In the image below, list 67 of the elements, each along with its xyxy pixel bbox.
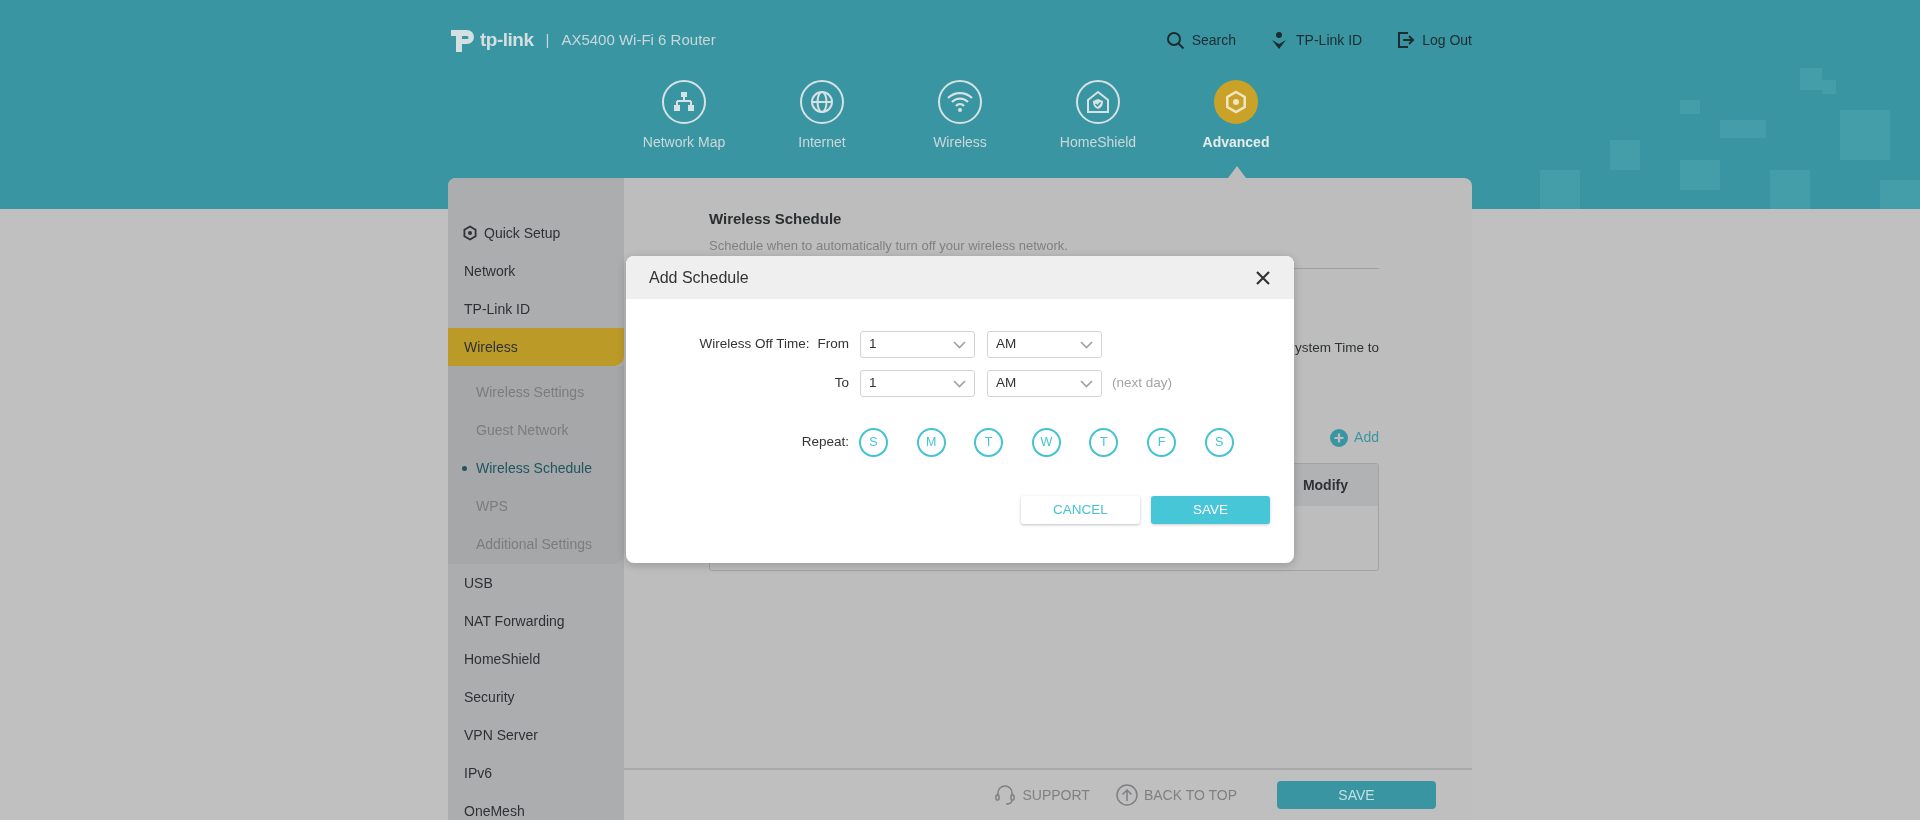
logout-icon bbox=[1396, 30, 1416, 50]
chevron-down-icon bbox=[953, 340, 966, 349]
hour-select[interactable]: 1 bbox=[860, 331, 975, 358]
chevron-down-icon bbox=[953, 379, 966, 388]
day-toggle[interactable]: F bbox=[1146, 428, 1176, 457]
sidebar-item[interactable]: Security bbox=[448, 678, 624, 716]
sidebar-item[interactable]: USB bbox=[448, 564, 624, 602]
section-description: Schedule when to automatically turn off your wireless network. bbox=[709, 237, 1069, 254]
chevron-down-icon bbox=[1080, 340, 1093, 349]
product-name: AX5400 Wi-Fi 6 Router bbox=[561, 29, 716, 50]
save-button[interactable]: SAVE bbox=[1151, 496, 1270, 524]
back-to-top-link[interactable]: BACK TO TOP bbox=[1115, 784, 1237, 806]
column-header: Modify bbox=[1302, 475, 1348, 495]
sidebar-item[interactable]: Quick Setup bbox=[448, 214, 624, 252]
field-label: To bbox=[834, 374, 849, 393]
logo-text: tp-link bbox=[480, 27, 534, 52]
day-toggle[interactable]: M bbox=[916, 428, 946, 457]
nav-tab[interactable]: Network Map bbox=[615, 80, 753, 158]
search-icon bbox=[1165, 30, 1185, 50]
day-toggle[interactable]: T bbox=[1089, 428, 1119, 457]
sidebar-item[interactable]: Wireless bbox=[448, 328, 624, 366]
nav-tab[interactable]: Wireless bbox=[891, 80, 1029, 158]
close-button[interactable] bbox=[1256, 270, 1270, 285]
nav-tab[interactable]: HomeShield bbox=[1029, 80, 1167, 158]
wifi-icon bbox=[938, 80, 982, 124]
gear-icon bbox=[462, 225, 478, 241]
chevron-down-icon bbox=[1080, 379, 1093, 388]
day-toggle[interactable]: T bbox=[974, 428, 1004, 457]
day-toggle[interactable]: S bbox=[859, 428, 888, 457]
headset-icon bbox=[994, 784, 1017, 806]
nav-tab[interactable]: Internet bbox=[753, 80, 891, 158]
sidebar-item[interactable]: TP-Link ID bbox=[448, 290, 624, 328]
cancel-button[interactable]: CANCEL bbox=[1021, 496, 1140, 524]
dialog-title: Add Schedule bbox=[649, 267, 749, 288]
sidebar-item[interactable]: Network bbox=[448, 252, 624, 290]
header-link[interactable]: Log Out bbox=[1396, 29, 1472, 51]
divider-text: | bbox=[545, 29, 550, 50]
add-button[interactable]: Add bbox=[1330, 427, 1379, 449]
section-title: Wireless Schedule bbox=[709, 209, 843, 229]
plus-icon bbox=[1330, 428, 1349, 447]
day-toggle[interactable]: S bbox=[1204, 428, 1234, 457]
sidebar-item[interactable]: IPv6 bbox=[448, 754, 624, 792]
bullet-icon bbox=[462, 466, 467, 471]
hour-select[interactable]: 1 bbox=[860, 370, 975, 397]
info-text: ystem Time to bbox=[1294, 340, 1379, 356]
field-label: Wireless Off Time: bbox=[699, 335, 810, 354]
nav-tab[interactable]: Advanced bbox=[1167, 80, 1305, 158]
globe-icon bbox=[800, 80, 844, 124]
gear-icon bbox=[1214, 80, 1258, 124]
period-select[interactable]: AM bbox=[987, 370, 1102, 397]
day-toggle[interactable]: W bbox=[1031, 428, 1061, 457]
header-link[interactable]: Search bbox=[1165, 29, 1237, 51]
sidebar-item[interactable]: NAT Forwarding bbox=[448, 602, 624, 640]
field-label: From bbox=[817, 335, 849, 354]
sidebar-item[interactable]: HomeShield bbox=[448, 640, 624, 678]
network-map-icon bbox=[662, 80, 706, 124]
house-shield-icon bbox=[1076, 80, 1120, 124]
period-select[interactable]: AM bbox=[987, 331, 1102, 358]
sidebar-item[interactable]: VPN Server bbox=[448, 716, 624, 754]
submenu-item[interactable]: Wireless Schedule bbox=[448, 449, 624, 487]
header-link[interactable]: TP-Link ID bbox=[1270, 29, 1363, 51]
field-label: Repeat: bbox=[801, 433, 849, 452]
close-icon bbox=[1256, 270, 1270, 285]
sidebar-item[interactable]: OneMesh bbox=[448, 792, 624, 820]
note-text: (next day) bbox=[1112, 374, 1173, 393]
save-button[interactable]: SAVE bbox=[1277, 781, 1436, 809]
support-link[interactable]: SUPPORT bbox=[994, 784, 1090, 806]
